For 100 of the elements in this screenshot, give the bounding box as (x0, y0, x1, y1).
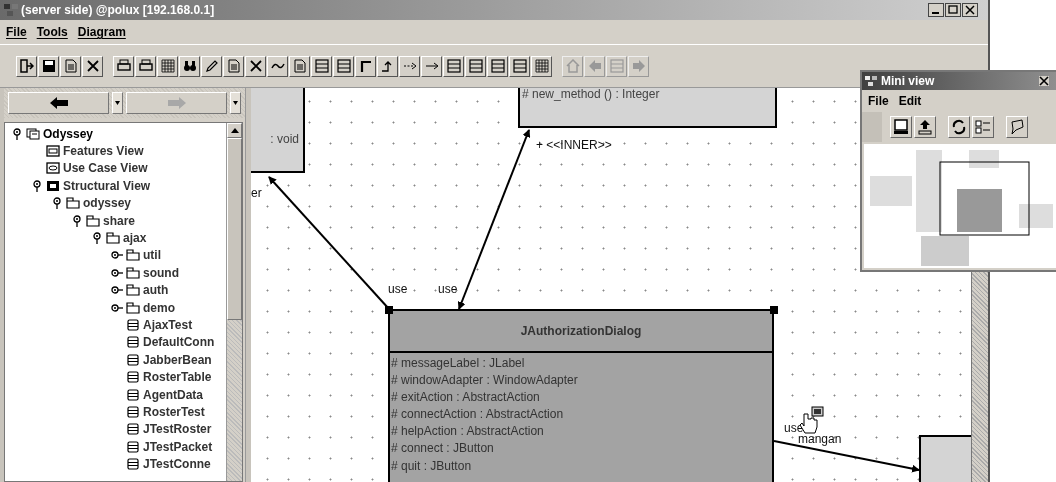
collapsed-toggle[interactable] (111, 284, 123, 297)
scrollbar[interactable] (971, 272, 988, 482)
class-icon (126, 458, 140, 471)
model-icon (26, 127, 40, 140)
class-member: : void (270, 132, 299, 146)
collapsed-toggle[interactable] (111, 301, 123, 314)
class-icon (126, 405, 140, 418)
app-icon (865, 76, 877, 86)
folder-icon (126, 249, 140, 262)
app-icon (4, 4, 18, 16)
folder-icon (106, 232, 120, 245)
box-icon (609, 59, 624, 73)
menu-item[interactable]: Edit (898, 94, 922, 108)
expanded-toggle[interactable] (71, 214, 83, 227)
tree-item[interactable]: RosterTable (143, 370, 212, 385)
checklist-icon (975, 119, 991, 135)
box-icon (314, 59, 329, 73)
class-attribute: # connectAction : AbstractAction (390, 406, 565, 424)
pencil-icon (204, 59, 219, 73)
class-member: # new_method () : Integer (522, 88, 660, 101)
resize-handle[interactable] (770, 306, 778, 314)
collapsed-toggle[interactable] (111, 266, 123, 279)
up-arrow-icon[interactable] (230, 128, 239, 133)
left-arrow-icon (49, 97, 68, 109)
tree-item[interactable]: AgentData (143, 387, 203, 402)
expanded-toggle[interactable] (51, 197, 63, 210)
folder-icon (126, 266, 140, 279)
menu-item[interactable]: File (868, 94, 889, 108)
class-name: JAuthorizationDialog (520, 324, 642, 338)
window-title: (server side) @polux [192.168.0.1] (21, 3, 215, 17)
tree-item[interactable]: odyssey (83, 196, 132, 211)
tree-item[interactable]: RosterTest (143, 404, 205, 419)
expanded-toggle[interactable] (91, 232, 103, 245)
printer-icon (138, 59, 153, 73)
floppy-icon (41, 59, 56, 73)
close-icon[interactable] (962, 3, 978, 17)
connector-label: use (784, 421, 804, 435)
cross-icon (85, 59, 100, 73)
document-icon (63, 59, 78, 73)
connector-label: mangan (798, 432, 842, 446)
class-icon (126, 440, 140, 453)
class-icon (126, 371, 140, 384)
monitor-icon (893, 119, 909, 135)
box-icon (336, 59, 351, 73)
document-icon (292, 59, 307, 73)
tree-item[interactable]: Features View (63, 144, 144, 159)
menu-item[interactable]: File (6, 25, 27, 39)
exit-icon (19, 59, 34, 73)
collapsed-toggle[interactable] (111, 249, 123, 262)
back-button[interactable] (8, 92, 109, 114)
document-icon (226, 59, 241, 73)
printer-icon (116, 59, 131, 73)
upload-icon (917, 119, 933, 135)
expanded-toggle[interactable] (11, 127, 23, 140)
dropdown-button[interactable] (230, 92, 241, 114)
cross-icon (248, 59, 263, 73)
tree-item[interactable]: Odyssey (43, 126, 94, 141)
right-arrow-icon (167, 97, 186, 109)
refresh-icon (951, 119, 967, 135)
tree-item[interactable]: JTestPacket (143, 439, 213, 454)
speech-bubble-icon (1009, 119, 1025, 135)
folder-icon (126, 284, 140, 297)
tree-item[interactable]: JabberBean (143, 352, 212, 367)
tree-item[interactable]: share (103, 213, 136, 228)
caret-icon (233, 101, 238, 105)
folder-icon (66, 197, 80, 210)
class-icon (126, 319, 140, 331)
tree-item[interactable]: DefaultConn (143, 335, 215, 350)
class-icon (126, 423, 140, 436)
folder-icon (86, 214, 100, 227)
corner-icon (358, 59, 373, 73)
tree-item[interactable]: Structural View (63, 178, 151, 193)
tree-item[interactable]: JTestConne (143, 457, 211, 472)
tree-item[interactable]: AjaxTest (143, 318, 193, 332)
expanded-toggle[interactable] (31, 179, 43, 192)
connector-label: use (438, 282, 458, 296)
box-icon (468, 59, 483, 73)
dropdown-button[interactable] (112, 92, 123, 114)
resize-handle[interactable] (385, 306, 393, 314)
maximize-icon[interactable] (945, 3, 961, 17)
tree-item[interactable]: Use Case View (63, 161, 148, 176)
house-icon (565, 59, 580, 73)
menu-item[interactable]: Diagram (77, 25, 126, 39)
tree-item[interactable]: auth (143, 283, 169, 298)
connector-label: er (251, 186, 262, 200)
box-icon (490, 59, 505, 73)
class-attribute: # connect : JButton (390, 440, 495, 458)
tree-item[interactable]: util (143, 248, 161, 263)
box-icon (446, 59, 461, 73)
grid-icon (534, 59, 549, 73)
close-icon[interactable] (1039, 76, 1049, 86)
menu-item[interactable]: Tools (36, 25, 68, 39)
class-attribute: # quit : JButton (390, 457, 473, 475)
tree-item[interactable]: ajax (123, 231, 147, 246)
tree-item[interactable]: JTestRoster (143, 422, 212, 437)
class-icon (126, 388, 140, 401)
scrollbar[interactable] (226, 123, 242, 481)
tree-item[interactable]: sound (143, 265, 179, 280)
minimize-icon[interactable] (928, 3, 944, 17)
tree-item[interactable]: demo (143, 300, 175, 315)
